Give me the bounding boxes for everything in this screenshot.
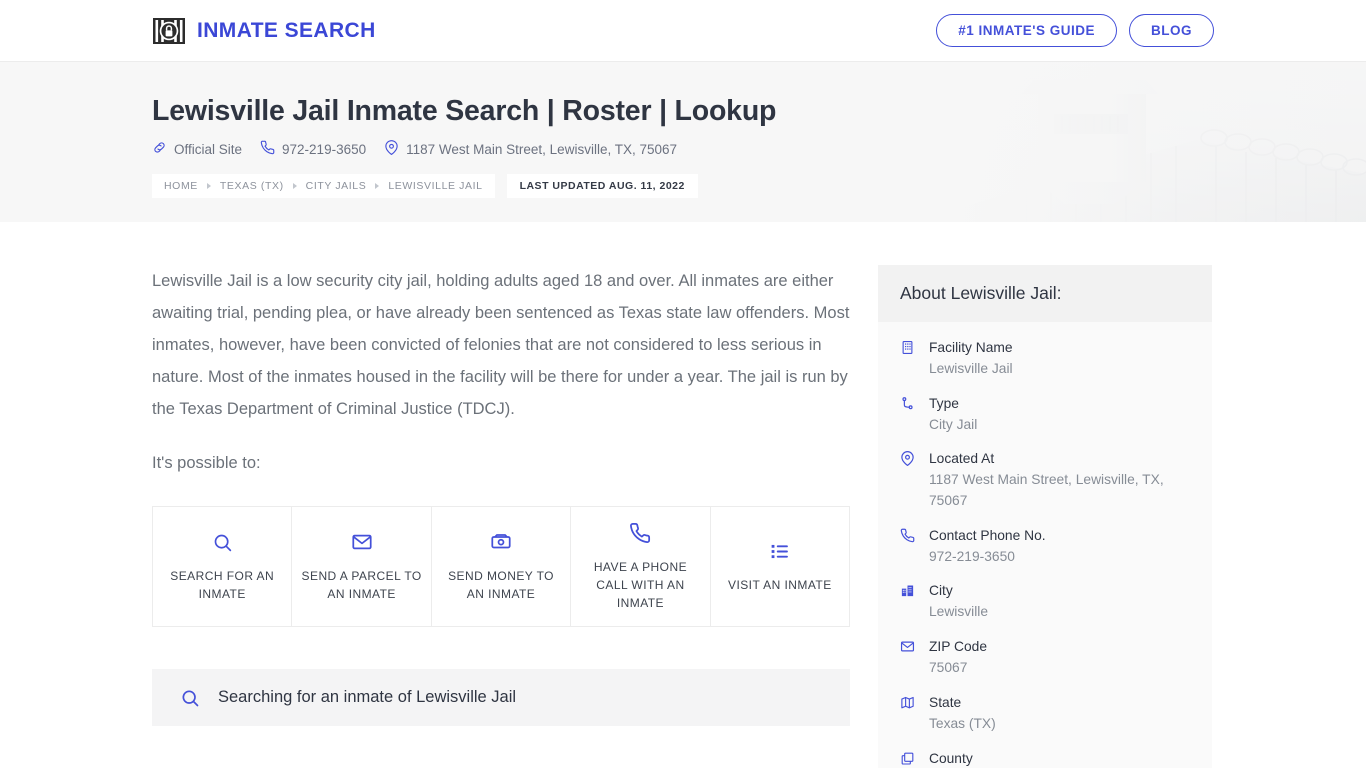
field-contact-phone: Contact Phone No. 972-219-3650 [898,526,1190,568]
search-icon [212,530,233,554]
envelope-icon [351,530,373,554]
field-located-at: Located At 1187 West Main Street, Lewisv… [898,449,1190,511]
card-label: HAVE A PHONE CALL WITH AN INMATE [593,560,688,610]
search-banner-text: Searching for an inmate of Lewisville Ja… [218,688,517,706]
address-text: 1187 West Main Street, Lewisville, TX, 7… [406,141,677,157]
possible-to-label: It's possible to: [152,454,261,472]
intro-paragraph: Lewisville Jail is a low security city j… [152,272,850,418]
field-label: ZIP Code [929,639,988,655]
inmates-guide-button[interactable]: #1 INMATE'S GUIDE [936,14,1117,47]
official-site-link[interactable]: Official Site [152,140,242,158]
field-city: City Lewisville [898,581,1190,623]
jail-lock-icon [152,14,186,48]
building-icon [898,338,916,355]
field-label: Located At [929,451,995,467]
phone-icon [260,140,275,158]
chevron-right-icon [375,183,380,190]
map-icon [898,693,916,710]
card-phone-call[interactable]: HAVE A PHONE CALL WITH AN INMATE [571,507,711,626]
blog-button[interactable]: BLOG [1129,14,1214,47]
hero-meta: Official Site 972-219-3650 1187 West Mai… [152,140,1214,158]
map-pin-icon [384,140,399,158]
breadcrumb-item-city-jails[interactable]: CITY JAILS [306,180,367,192]
field-value: Lewisville Jail [929,361,1013,376]
card-label: VISIT AN INMATE [727,578,832,592]
link-icon [152,140,167,158]
map-pin-icon [898,449,916,467]
chevron-right-icon [292,183,297,190]
field-value: 972-219-3650 [929,548,1015,564]
field-value: City Jail [929,416,978,432]
card-visit-an-inmate[interactable]: VISIT AN INMATE [710,507,850,626]
copy-icon [898,749,916,766]
field-zip-code: ZIP Code 75067 [898,637,1190,679]
branch-icon [898,394,916,411]
phone-number-text: 972-219-3650 [282,141,367,157]
card-label: SEND A PARCEL TO AN INMATE [301,569,422,601]
content-wrapper: Lewisville Jail is a low security city j… [0,222,1366,768]
money-icon [490,530,512,554]
address-item: 1187 West Main Street, Lewisville, TX, 7… [384,140,677,158]
envelope-icon [898,637,916,654]
field-value: Lewisville [929,604,989,620]
nav-actions: #1 INMATE'S GUIDE BLOG [936,14,1214,47]
field-facility-name: Facility Name Lewisville Jail [898,338,1190,380]
sidebar-column: About Lewisville Jail: Facility Name Lew… [878,222,1212,768]
search-icon [180,688,200,708]
card-label: SEARCH FOR AN INMATE [170,569,275,601]
field-label: Facility Name [929,340,1013,355]
brand-name: INMATE SEARCH [197,18,376,42]
card-send-money[interactable]: SEND MONEY TO AN INMATE [431,507,572,626]
breadcrumb-item-texas[interactable]: TEXAS (TX) [220,180,284,192]
official-site-text: Official Site [174,141,243,157]
field-label: Contact Phone No. [929,527,1046,543]
search-inmate-banner[interactable]: Searching for an inmate of Lewisville Ja… [152,669,850,726]
field-value: 75067 [929,660,968,676]
breadcrumb-item-lewisville-jail: LEWISVILLE JAIL [388,180,483,193]
breadcrumb-item-home[interactable]: HOME [164,180,198,192]
card-search-for-an-inmate[interactable]: SEARCH FOR AN INMATE [153,507,293,626]
panel-title: About Lewisville Jail: [878,265,1212,322]
top-navigation-bar: INMATE SEARCH #1 INMATE'S GUIDE BLOG [0,0,1366,61]
action-cards: SEARCH FOR AN INMATE SEND A PARCEL TO AN… [152,506,850,627]
field-value: Texas (TX) [929,715,996,731]
main-column: Lewisville Jail is a low security city j… [152,222,850,726]
city-icon [898,581,916,598]
phone-link[interactable]: 972-219-3650 [260,140,366,158]
card-label: SEND MONEY TO AN INMATE [448,569,554,601]
field-county: County Denton County [898,749,1190,768]
phone-icon [898,526,916,543]
field-label: State [929,694,962,710]
about-facility-panel: About Lewisville Jail: Facility Name Lew… [878,265,1212,768]
field-label: City [929,583,953,599]
last-updated-badge: LAST UPDATED AUG. 11, 2022 [506,174,698,199]
card-send-a-parcel[interactable]: SEND A PARCEL TO AN INMATE [292,507,432,626]
field-type: Type City Jail [898,394,1190,436]
breadcrumb: HOME TEXAS (TX) CITY JAILS LEWISVILLE JA… [152,174,1214,199]
field-state: State Texas (TX) [898,693,1190,735]
field-label: County [929,750,973,766]
page-title: Lewisville Jail Inmate Search | Roster |… [152,95,777,127]
facility-fields: Facility Name Lewisville Jail Type City … [878,322,1212,768]
chevron-right-icon [206,183,211,190]
phone-icon [629,521,651,545]
hero-section: Lewisville Jail Inmate Search | Roster |… [0,61,1366,222]
list-icon [769,539,790,563]
field-value: 1187 West Main Street, Lewisville, TX, 7… [929,472,1164,509]
field-label: Type [929,395,959,411]
brand-logo[interactable]: INMATE SEARCH [152,14,376,48]
